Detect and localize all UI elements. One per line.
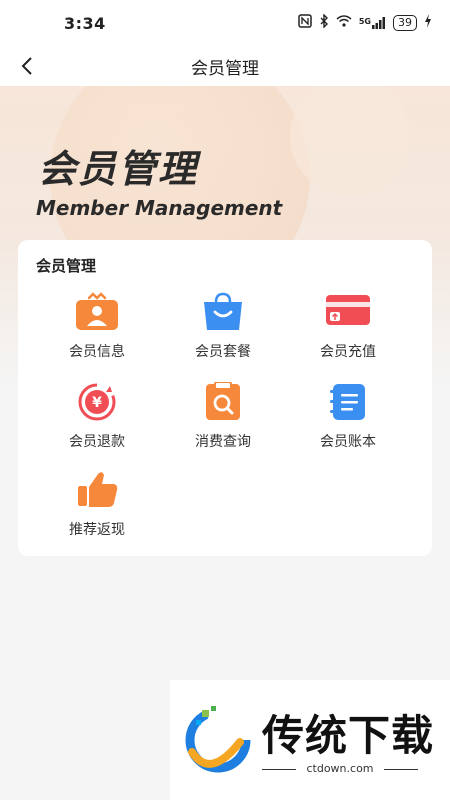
- member-info-icon: [74, 292, 120, 332]
- grid-item-label: 推荐返现: [69, 522, 125, 538]
- battery-indicator: 39: [393, 14, 417, 31]
- watermark-divider: [384, 769, 418, 770]
- grid-item-label: 会员套餐: [195, 344, 251, 360]
- status-bar: 3:34 5G 39: [0, 0, 450, 46]
- grid-item-label: 会员信息: [69, 344, 125, 360]
- hero-title-cn: 会员管理: [38, 147, 199, 191]
- bluetooth-icon: [319, 13, 329, 31]
- member-ledger-icon: [325, 382, 371, 422]
- nfc-icon: [298, 14, 312, 31]
- hero-decoration-small: [290, 86, 410, 196]
- signal-icon: 5G: [358, 16, 386, 29]
- grid-item-label: 会员充值: [320, 344, 376, 360]
- wifi-icon: [336, 15, 352, 30]
- watermark: 传统下载 ctdown.com: [170, 680, 450, 800]
- grid-item-label: 消费查询: [195, 434, 251, 450]
- consumption-query-icon: [200, 381, 246, 422]
- grid-item-member-info[interactable]: 会员信息: [37, 292, 157, 361]
- nav-bar: 会员管理: [0, 46, 450, 86]
- grid-item-member-refund[interactable]: ¥ 会员退款: [37, 382, 157, 451]
- network-type: 5G: [358, 16, 371, 26]
- member-package-icon: [200, 292, 246, 332]
- page-title: 会员管理: [191, 59, 259, 79]
- grid-item-member-package[interactable]: 会员套餐: [163, 292, 283, 361]
- card-title: 会员管理: [36, 257, 97, 275]
- status-icons: 5G 39: [298, 13, 432, 31]
- grid-item-label: 会员账本: [320, 434, 376, 450]
- hero-title-en: Member Management: [36, 196, 283, 220]
- grid-item-consumption-query[interactable]: 消费查询: [163, 381, 283, 451]
- watermark-brand: 传统下载: [262, 711, 435, 760]
- referral-cashback-icon: [74, 470, 120, 510]
- grid-item-referral-cashback[interactable]: 推荐返现: [37, 470, 157, 539]
- grid-item-member-recharge[interactable]: 会员充值: [288, 292, 408, 361]
- member-refund-icon: ¥: [74, 382, 120, 422]
- watermark-logo: [180, 702, 256, 782]
- grid-item-label: 会员退款: [69, 434, 125, 450]
- function-card: 会员管理 会员信息 会员套餐 会员充值 ¥ 会员退款 消费查询 会员账本 推荐返…: [18, 240, 432, 556]
- svg-text:¥: ¥: [92, 395, 102, 411]
- grid-item-member-ledger[interactable]: 会员账本: [288, 382, 408, 451]
- status-time: 3:34: [64, 14, 106, 33]
- member-recharge-icon: [325, 292, 371, 332]
- charging-icon: [424, 14, 432, 31]
